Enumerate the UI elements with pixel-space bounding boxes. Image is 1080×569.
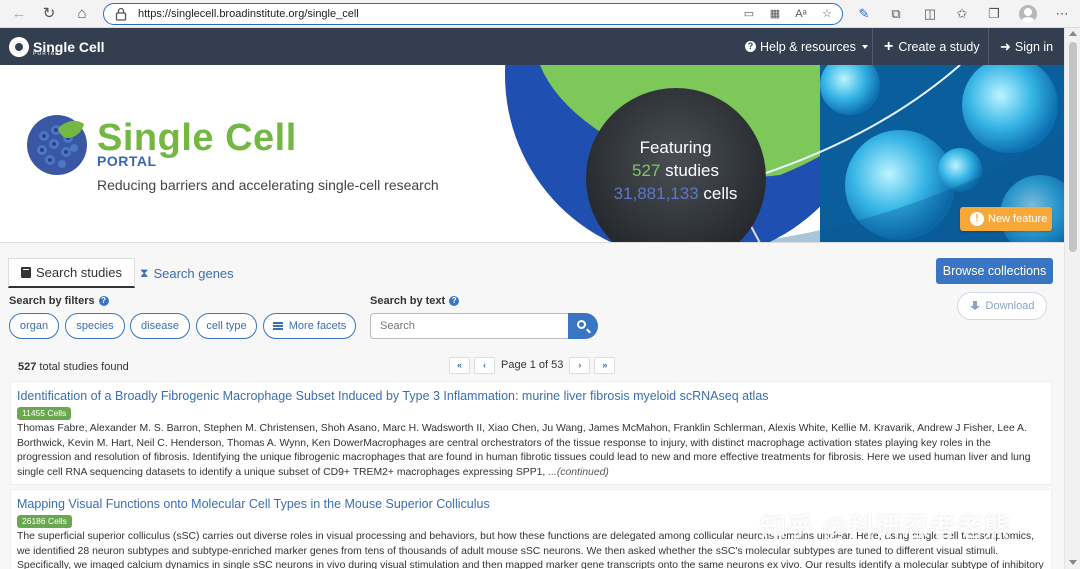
study-title-link[interactable]: Identification of a Broadly Fibrogenic M… [17, 389, 769, 403]
browser-toolbar: ← ↻ ⌂ https://singlecell.broadinstitute.… [0, 0, 1080, 28]
study-count-line: 527 studies [583, 161, 768, 181]
featuring-label: Featuring [639, 138, 712, 157]
cell-count: 31,881,133 [613, 184, 699, 203]
back-icon[interactable]: ← [8, 4, 30, 24]
address-bar[interactable]: https://singlecell.broadinstitute.org/si… [103, 3, 843, 25]
study-card: Identification of a Broadly Fibrogenic M… [10, 381, 1052, 485]
book-icon [21, 267, 31, 278]
question-circle-icon: ? [745, 41, 756, 52]
cells-label: cells [703, 184, 738, 203]
read-aloud-icon[interactable]: Aᵃ [792, 6, 810, 22]
help-label: Help & resources [760, 39, 856, 54]
filter-cell-type[interactable]: cell type [196, 313, 257, 339]
brand-sub: PORTAL [33, 51, 60, 57]
url-text: https://singlecell.broadinstitute.org/si… [138, 8, 359, 20]
more-facets-button[interactable]: More facets [263, 313, 356, 339]
text-search-input[interactable] [370, 313, 569, 339]
scroll-down-icon[interactable] [1069, 560, 1077, 565]
new-feature-button[interactable]: ! New feature [960, 207, 1052, 231]
study-description-text: Thomas Fabre, Alexander M. S. Barron, St… [17, 423, 1031, 478]
first-page-button[interactable]: « [449, 356, 470, 374]
help-icon[interactable]: ? [449, 296, 460, 306]
featuring-stats: Featuring 527 studies 31,881,133 cells [583, 138, 768, 204]
cell-count-badge: 26186 Cells [17, 515, 72, 528]
cell-count-badge: 11455 Cells [17, 407, 72, 420]
cell-count-line: 31,881,133 cells [583, 184, 768, 204]
results-total: 527 [18, 361, 37, 373]
app-navbar: Single Cell PORTAL ? Help & resources + … [0, 28, 1064, 65]
help-icon[interactable]: ? [98, 296, 109, 306]
browse-collections-button[interactable]: Browse collections [936, 258, 1053, 284]
screen-icon[interactable]: ▭ [740, 6, 758, 22]
list-icon [272, 322, 283, 330]
text-search-heading: Search by text ? [370, 295, 460, 307]
scroll-up-icon[interactable] [1069, 31, 1077, 36]
last-page-button[interactable]: » [594, 356, 616, 374]
plus-icon: + [884, 37, 894, 55]
study-title-link[interactable]: Mapping Visual Functions onto Molecular … [17, 497, 490, 511]
results-total-label: total studies found [39, 361, 129, 373]
page-indicator: Page 1 of 53 [501, 359, 564, 371]
more-icon[interactable]: ⋯ [1051, 4, 1073, 24]
refresh-icon[interactable]: ↻ [38, 4, 60, 24]
cell-logo-icon [9, 37, 29, 57]
filters-heading: Search by filters ? [9, 295, 109, 307]
create-label: Create a study [898, 39, 980, 54]
hero-banner: Single Cell PORTAL Reducing barriers and… [0, 65, 1064, 243]
tab-studies-label: Search studies [36, 265, 122, 280]
study-description: Thomas Fabre, Alexander M. S. Barron, St… [17, 422, 1047, 480]
favorite-add-icon[interactable]: ☆ [818, 6, 836, 22]
grid-icon[interactable]: ▦ [766, 6, 784, 22]
watermark-text: 知乎 @科研忍者老熊 [760, 512, 1011, 542]
filter-organ[interactable]: organ [9, 313, 59, 339]
studies-label: studies [665, 161, 719, 180]
search-icon [577, 320, 586, 329]
lock-icon [115, 7, 127, 21]
filter-disease[interactable]: disease [130, 313, 190, 339]
home-icon[interactable]: ⌂ [71, 4, 93, 24]
filters-label: Search by filters [9, 295, 95, 307]
page-scrollbar[interactable] [1064, 28, 1080, 569]
continued-link[interactable]: ...(continued) [548, 467, 609, 478]
favorites-icon[interactable]: ✩ [951, 4, 973, 24]
text-search-label: Search by text [370, 295, 446, 307]
scroll-thumb[interactable] [1069, 42, 1077, 252]
pen-icon[interactable]: ✎ [853, 4, 875, 24]
more-facets-label: More facets [288, 320, 347, 332]
help-resources-menu[interactable]: ? Help & resources [745, 28, 868, 65]
sign-in-label: Sign in [1014, 39, 1054, 54]
collections-icon[interactable]: ❐ [983, 4, 1005, 24]
sign-in-link[interactable]: ➜ Sign in [1000, 28, 1053, 65]
dna-icon: ⧗ [140, 265, 149, 280]
split-screen-icon[interactable]: ◫ [919, 4, 941, 24]
tab-genes-label: Search genes [153, 265, 234, 281]
results-count: 527 total studies found [18, 361, 129, 373]
filter-species[interactable]: species [65, 313, 125, 339]
study-count: 527 [632, 161, 661, 180]
sign-in-icon: ➜ [1000, 38, 1011, 54]
download-button[interactable]: Download [957, 292, 1047, 320]
tab-search-genes[interactable]: ⧗ Search genes [140, 258, 234, 288]
hero-tagline: Reducing barriers and accelerating singl… [97, 177, 439, 193]
caret-down-icon [861, 44, 868, 49]
create-study-link[interactable]: + Create a study [884, 28, 980, 65]
download-icon [969, 301, 980, 311]
tab-search-studies[interactable]: Search studies [8, 258, 135, 288]
new-feature-label: New feature [988, 213, 1048, 225]
hero-portal: PORTAL [97, 153, 157, 169]
prev-page-button[interactable]: ‹ [474, 356, 495, 374]
search-submit-button[interactable] [568, 313, 598, 339]
nav-divider [872, 28, 873, 65]
hero-title: Single Cell [97, 117, 297, 159]
nav-divider [988, 28, 989, 65]
profile-avatar[interactable] [1019, 5, 1037, 23]
download-label: Download [985, 300, 1035, 312]
next-page-button[interactable]: › [569, 356, 591, 374]
extensions-icon[interactable]: ⧉ [885, 4, 907, 24]
pagination: « ‹ Page 1 of 53 › » [449, 356, 616, 374]
single-cell-logo-icon [27, 115, 87, 175]
brand-logo[interactable]: Single Cell PORTAL [9, 36, 105, 58]
exclamation-icon: ! [970, 212, 984, 226]
